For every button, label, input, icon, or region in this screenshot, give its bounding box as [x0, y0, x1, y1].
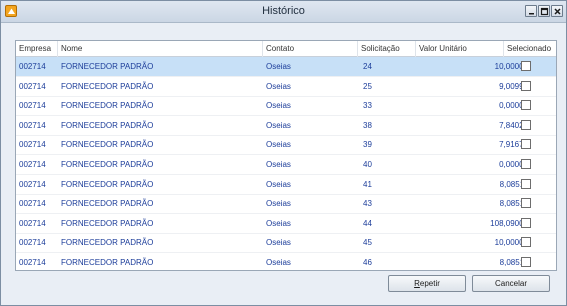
- table-row[interactable]: 002714 FORNECEDOR PADRÃO Oseias 40 0,00000: [16, 155, 556, 175]
- table-row[interactable]: 002714 FORNECEDOR PADRÃO Oseias 24 10,00000: [16, 57, 556, 77]
- selecionado-checkbox[interactable]: [521, 159, 531, 169]
- selecionado-checkbox[interactable]: [521, 178, 531, 189]
- repetir-label: epetir: [419, 279, 440, 288]
- maximize-icon: [540, 7, 549, 16]
- close-icon: [554, 8, 561, 15]
- selecionado-checkbox[interactable]: [521, 198, 531, 209]
- historico-window: Histórico Empresa Nome Contato Solicitaç…: [0, 0, 567, 306]
- selecionado-checkbox[interactable]: [521, 257, 531, 267]
- selecionado-checkbox[interactable]: [521, 139, 531, 150]
- header-nome[interactable]: Nome: [58, 41, 263, 57]
- table-row[interactable]: 002714 FORNECEDOR PADRÃO Oseias 45 10,00000: [16, 233, 556, 254]
- cell-empresa: 002714: [19, 179, 46, 189]
- selecionado-checkbox[interactable]: [521, 80, 531, 91]
- selecionado-checkbox[interactable]: [521, 237, 531, 248]
- cell-contato: Oseias: [266, 238, 291, 248]
- cell-nome: FORNECEDOR PADRÃO: [61, 101, 154, 111]
- header-solicitacao[interactable]: Solicitação: [358, 41, 416, 57]
- dialog-content: Empresa Nome Contato Solicitação Valor U…: [7, 32, 560, 294]
- minimize-icon: [529, 13, 534, 15]
- table-row[interactable]: 002714 FORNECEDOR PADRÃO Oseias 46 8,08511: [16, 253, 556, 270]
- cell-contato: Oseias: [266, 120, 291, 130]
- title-bar[interactable]: Histórico: [1, 1, 566, 23]
- table-row[interactable]: 002714 FORNECEDOR PADRÃO Oseias 38 7,84023: [16, 116, 556, 136]
- cell-nome: FORNECEDOR PADRÃO: [61, 199, 154, 209]
- header-valor-unitario[interactable]: Valor Unitário: [416, 41, 504, 57]
- cell-empresa: 002714: [19, 101, 46, 111]
- header-selecionado[interactable]: Selecionado: [504, 41, 556, 57]
- cell-empresa: 002714: [19, 62, 46, 71]
- cell-nome: FORNECEDOR PADRÃO: [61, 160, 154, 169]
- cell-contato: Oseias: [266, 81, 291, 91]
- cell-solicitacao: 40: [363, 160, 372, 169]
- table-row[interactable]: 002714 FORNECEDOR PADRÃO Oseias 39 7,91673: [16, 135, 556, 156]
- cell-solicitacao: 24: [363, 62, 372, 71]
- cell-empresa: 002714: [19, 238, 46, 248]
- table-row[interactable]: 002714 FORNECEDOR PADRÃO Oseias 43 8,08511: [16, 194, 556, 215]
- cell-contato: Oseias: [266, 101, 291, 111]
- cell-contato: Oseias: [266, 199, 291, 209]
- cell-nome: FORNECEDOR PADRÃO: [61, 120, 154, 130]
- cell-contato: Oseias: [266, 179, 291, 189]
- cell-solicitacao: 39: [363, 140, 372, 150]
- cell-nome: FORNECEDOR PADRÃO: [61, 62, 154, 71]
- cell-nome: FORNECEDOR PADRÃO: [61, 140, 154, 150]
- table-row[interactable]: 002714 FORNECEDOR PADRÃO Oseias 44 108,09000: [16, 214, 556, 234]
- selecionado-checkbox[interactable]: [521, 100, 531, 111]
- table-row[interactable]: 002714 FORNECEDOR PADRÃO Oseias 25 9,00990: [16, 77, 556, 97]
- cell-solicitacao: 46: [363, 258, 372, 267]
- selecionado-checkbox[interactable]: [521, 61, 531, 71]
- cell-contato: Oseias: [266, 140, 291, 150]
- cell-empresa: 002714: [19, 81, 46, 91]
- cell-nome: FORNECEDOR PADRÃO: [61, 218, 154, 228]
- cell-contato: Oseias: [266, 62, 291, 71]
- cell-solicitacao: 38: [363, 120, 372, 130]
- cell-solicitacao: 44: [363, 218, 372, 228]
- table-row[interactable]: 002714 FORNECEDOR PADRÃO Oseias 41 8,08511: [16, 175, 556, 195]
- grid-header: Empresa Nome Contato Solicitação Valor U…: [16, 41, 556, 57]
- cell-solicitacao: 25: [363, 81, 372, 91]
- cell-contato: Oseias: [266, 160, 291, 169]
- cell-contato: Oseias: [266, 258, 291, 267]
- selecionado-checkbox[interactable]: [521, 119, 531, 130]
- header-contato[interactable]: Contato: [263, 41, 358, 57]
- cell-empresa: 002714: [19, 199, 46, 209]
- cell-empresa: 002714: [19, 218, 46, 228]
- cell-empresa: 002714: [19, 160, 46, 169]
- repetir-button[interactable]: Repetir: [388, 275, 466, 292]
- cell-solicitacao: 45: [363, 238, 372, 248]
- history-grid[interactable]: Empresa Nome Contato Solicitação Valor U…: [15, 40, 557, 271]
- cancelar-button[interactable]: Cancelar: [472, 275, 550, 292]
- selecionado-checkbox[interactable]: [521, 217, 531, 228]
- minimize-button[interactable]: [525, 5, 537, 17]
- table-row[interactable]: 002714 FORNECEDOR PADRÃO Oseias 33 0,00000: [16, 96, 556, 117]
- cell-empresa: 002714: [19, 120, 46, 130]
- window-title: Histórico: [262, 5, 305, 17]
- close-button[interactable]: [551, 5, 563, 17]
- cell-nome: FORNECEDOR PADRÃO: [61, 238, 154, 248]
- cell-nome: FORNECEDOR PADRÃO: [61, 81, 154, 91]
- cell-solicitacao: 41: [363, 179, 372, 189]
- cell-contato: Oseias: [266, 218, 291, 228]
- cell-solicitacao: 43: [363, 199, 372, 209]
- cell-solicitacao: 33: [363, 101, 372, 111]
- cell-nome: FORNECEDOR PADRÃO: [61, 179, 154, 189]
- cell-empresa: 002714: [19, 140, 46, 150]
- header-empresa[interactable]: Empresa: [16, 41, 58, 57]
- maximize-button[interactable]: [538, 5, 550, 17]
- cell-empresa: 002714: [19, 258, 46, 267]
- cell-nome: FORNECEDOR PADRÃO: [61, 258, 154, 267]
